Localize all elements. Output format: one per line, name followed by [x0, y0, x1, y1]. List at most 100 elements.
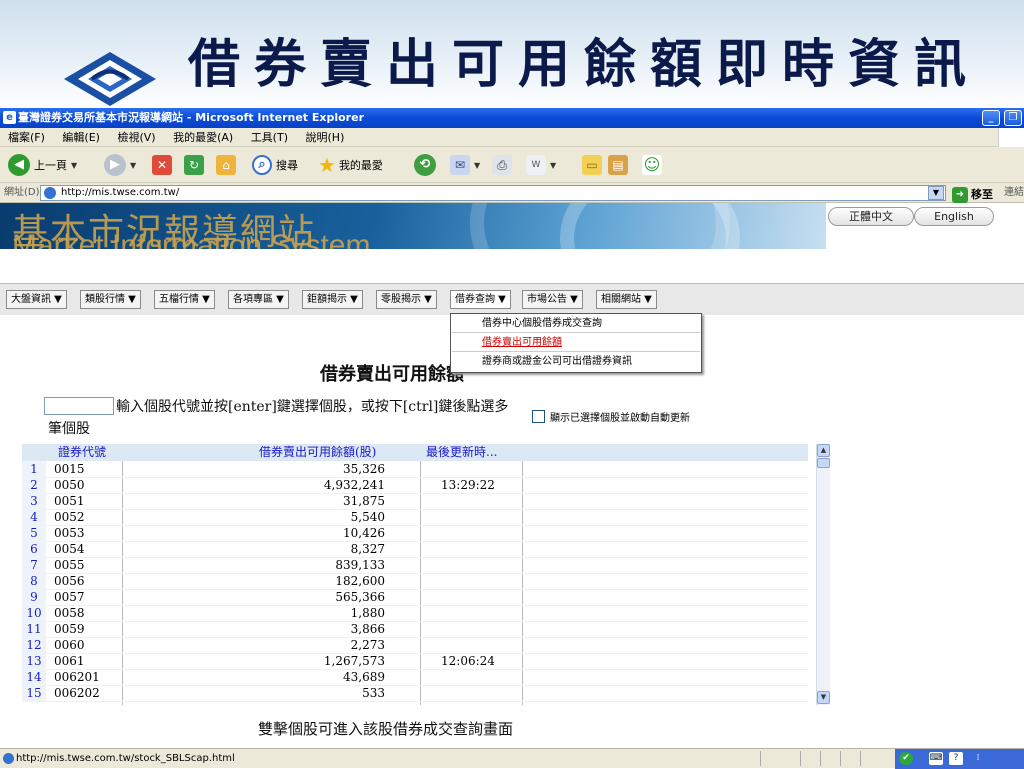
table-row[interactable]: 1 0015 35,326 [22, 461, 808, 477]
tray-menu-icon[interactable]: ⁞ [971, 752, 985, 765]
history-button[interactable]: ⟲ [414, 153, 436, 177]
address-input[interactable]: http://mis.twse.com.tw/ [40, 185, 946, 201]
restore-button[interactable]: ❐ [1004, 110, 1022, 126]
row-number: 5 [22, 525, 46, 541]
stock-code-cell: 006202 [54, 686, 100, 700]
stock-code-cell: 0058 [54, 606, 85, 620]
links-label[interactable]: 連結 [1004, 183, 1024, 203]
stock-code-input[interactable] [44, 397, 114, 415]
messenger-button[interactable]: ☺ [642, 153, 662, 177]
scroll-down-icon[interactable]: ▼ [817, 691, 830, 704]
nav-block-trades[interactable]: 鉅額揭示 ▼ [302, 290, 363, 309]
refresh-button[interactable]: ↻ [184, 153, 204, 177]
nav-related-sites[interactable]: 相關網站 ▼ [596, 290, 657, 309]
table-row[interactable]: 15 006202 533 [22, 685, 808, 701]
chevron-down-icon: ▼ [550, 160, 557, 170]
table-row[interactable]: 7 0055 839,133 [22, 557, 808, 573]
stock-code-cell: 0053 [54, 526, 85, 540]
menu-file[interactable]: 檔案(F) [8, 131, 45, 144]
stock-code-cell: 0060 [54, 638, 85, 652]
lang-zh-button[interactable]: 正體中文 [828, 207, 914, 226]
menu-favorites[interactable]: 我的最愛(A) [173, 131, 233, 144]
stock-code-cell: 0054 [54, 542, 85, 556]
search-icon: ⌕ [252, 155, 272, 175]
security-shield-icon[interactable]: ✔ [899, 752, 913, 765]
table-row[interactable]: 2 0050 4,932,241 13:29:22 [22, 477, 808, 493]
table-row[interactable]: 10 0058 1,880 [22, 605, 808, 621]
mail-button[interactable]: ✉ ▼ [450, 153, 480, 177]
table-row[interactable]: 11 0059 3,866 [22, 621, 808, 637]
address-label: 網址(D) [4, 187, 40, 198]
home-button[interactable]: ⌂ [216, 153, 236, 177]
row-number: 12 [22, 637, 46, 653]
balance-cell: 43,689 [343, 670, 385, 684]
nav-odd-lot[interactable]: 零股揭示 ▼ [376, 290, 437, 309]
minimize-button[interactable]: _ [982, 110, 1000, 126]
language-area: 正體中文 English [826, 203, 1024, 249]
row-number: 2 [22, 477, 46, 493]
go-label: 移至 [971, 188, 993, 201]
back-button[interactable]: ◀ 上一頁 ▼ [8, 153, 77, 177]
row-number: 7 [22, 557, 46, 573]
research-icon: ▤ [608, 155, 628, 175]
menu-edit[interactable]: 編輯(E) [62, 131, 100, 144]
chevron-down-icon: ▼ [71, 160, 78, 170]
keyboard-icon[interactable]: ⌨ [929, 752, 943, 765]
search-button[interactable]: ⌕ 搜尋 [252, 153, 298, 177]
ie-icon: e [3, 111, 16, 124]
favorites-button[interactable]: ★ 我的最愛 [318, 153, 383, 177]
table-row[interactable]: 13 0061 1,267,573 12:06:24 [22, 653, 808, 669]
nav-five-level-quotes[interactable]: 五檔行情 ▼ [154, 290, 215, 309]
statusbar: http://mis.twse.com.tw/stock_SBLScap.htm… [0, 748, 1024, 769]
menu-help[interactable]: 說明(H) [306, 131, 345, 144]
nav-spacer [0, 249, 1024, 279]
table-row[interactable]: 4 0052 5,540 [22, 509, 808, 525]
go-button[interactable]: ➜ 移至 [952, 185, 993, 205]
status-url: http://mis.twse.com.tw/stock_SBLScap.htm… [16, 753, 235, 764]
dropdown-item-sbl-balance[interactable]: 借券賣出可用餘額 [452, 334, 700, 352]
scroll-thumb[interactable] [817, 458, 830, 468]
forward-button[interactable]: ▶ ▼ [104, 153, 136, 177]
dropdown-item-sbl-center[interactable]: 借券中心個股借券成交查詢 [452, 315, 700, 333]
balance-cell: 1,267,573 [323, 654, 385, 668]
edit-button[interactable]: W ▼ [526, 153, 556, 177]
nav-market-announcements[interactable]: 市場公告 ▼ [522, 290, 583, 309]
nav-market-info[interactable]: 大盤資訊 ▼ [6, 290, 67, 309]
address-dropdown-button[interactable]: ▼ [928, 186, 944, 200]
table-row[interactable]: 5 0053 10,426 [22, 525, 808, 541]
lang-en-button[interactable]: English [914, 207, 994, 226]
table-row[interactable]: 12 0060 2,273 [22, 637, 808, 653]
table-row[interactable]: 6 0054 8,327 [22, 541, 808, 557]
auto-update-checkbox[interactable] [532, 410, 545, 423]
stock-code-cell: 0050 [54, 478, 85, 492]
dropdown-item-broker-lending[interactable]: 證券商或證金公司可出借證券資訊 [452, 353, 700, 371]
menubar: 檔案(F) 編輯(E) 檢視(V) 我的最愛(A) 工具(T) 說明(H) [0, 128, 1024, 147]
menu-view[interactable]: 檢視(V) [117, 131, 155, 144]
stock-code-cell: 0015 [54, 462, 85, 476]
balance-cell: 839,133 [335, 558, 385, 572]
folder-button[interactable]: ▭ [582, 153, 602, 177]
system-tray: ✔ ⌨ ? ⁞ [895, 749, 1024, 769]
grid-scrollbar[interactable]: ▲ ▼ [816, 444, 830, 705]
nav-sector-quotes[interactable]: 類股行情 ▼ [80, 290, 141, 309]
col-header-balance[interactable]: 借券賣出可用餘額(股) [259, 444, 376, 461]
update-time-cell: 12:06:24 [441, 654, 495, 668]
window-titlebar: e 臺灣證券交易所基本市況報導網站 - Microsoft Internet E… [0, 108, 1024, 128]
table-row[interactable]: 14 006201 43,689 [22, 669, 808, 685]
research-button[interactable]: ▤ [608, 153, 628, 177]
balance-cell: 4,932,241 [323, 478, 385, 492]
stop-button[interactable]: ✕ [152, 153, 172, 177]
scroll-up-icon[interactable]: ▲ [817, 444, 830, 457]
help-icon[interactable]: ? [949, 752, 963, 765]
print-button[interactable]: ⎙ [492, 153, 512, 177]
table-row[interactable]: 3 0051 31,875 [22, 493, 808, 509]
instruction-text: 輸入個股代號並按[enter]鍵選擇個股，或按下[ctrl]鍵後點選多筆個股 [48, 399, 509, 437]
chevron-down-icon: ▼ [474, 160, 481, 170]
table-row[interactable]: 8 0056 182,600 [22, 573, 808, 589]
col-header-time[interactable]: 最後更新時... [426, 444, 497, 461]
menu-tools[interactable]: 工具(T) [251, 131, 288, 144]
nav-special-zones[interactable]: 各項專區 ▼ [228, 290, 289, 309]
table-row[interactable]: 9 0057 565,366 [22, 589, 808, 605]
col-header-code[interactable]: 證券代號 [58, 444, 106, 461]
nav-sbl-query[interactable]: 借券查詢 ▼ [450, 290, 511, 309]
